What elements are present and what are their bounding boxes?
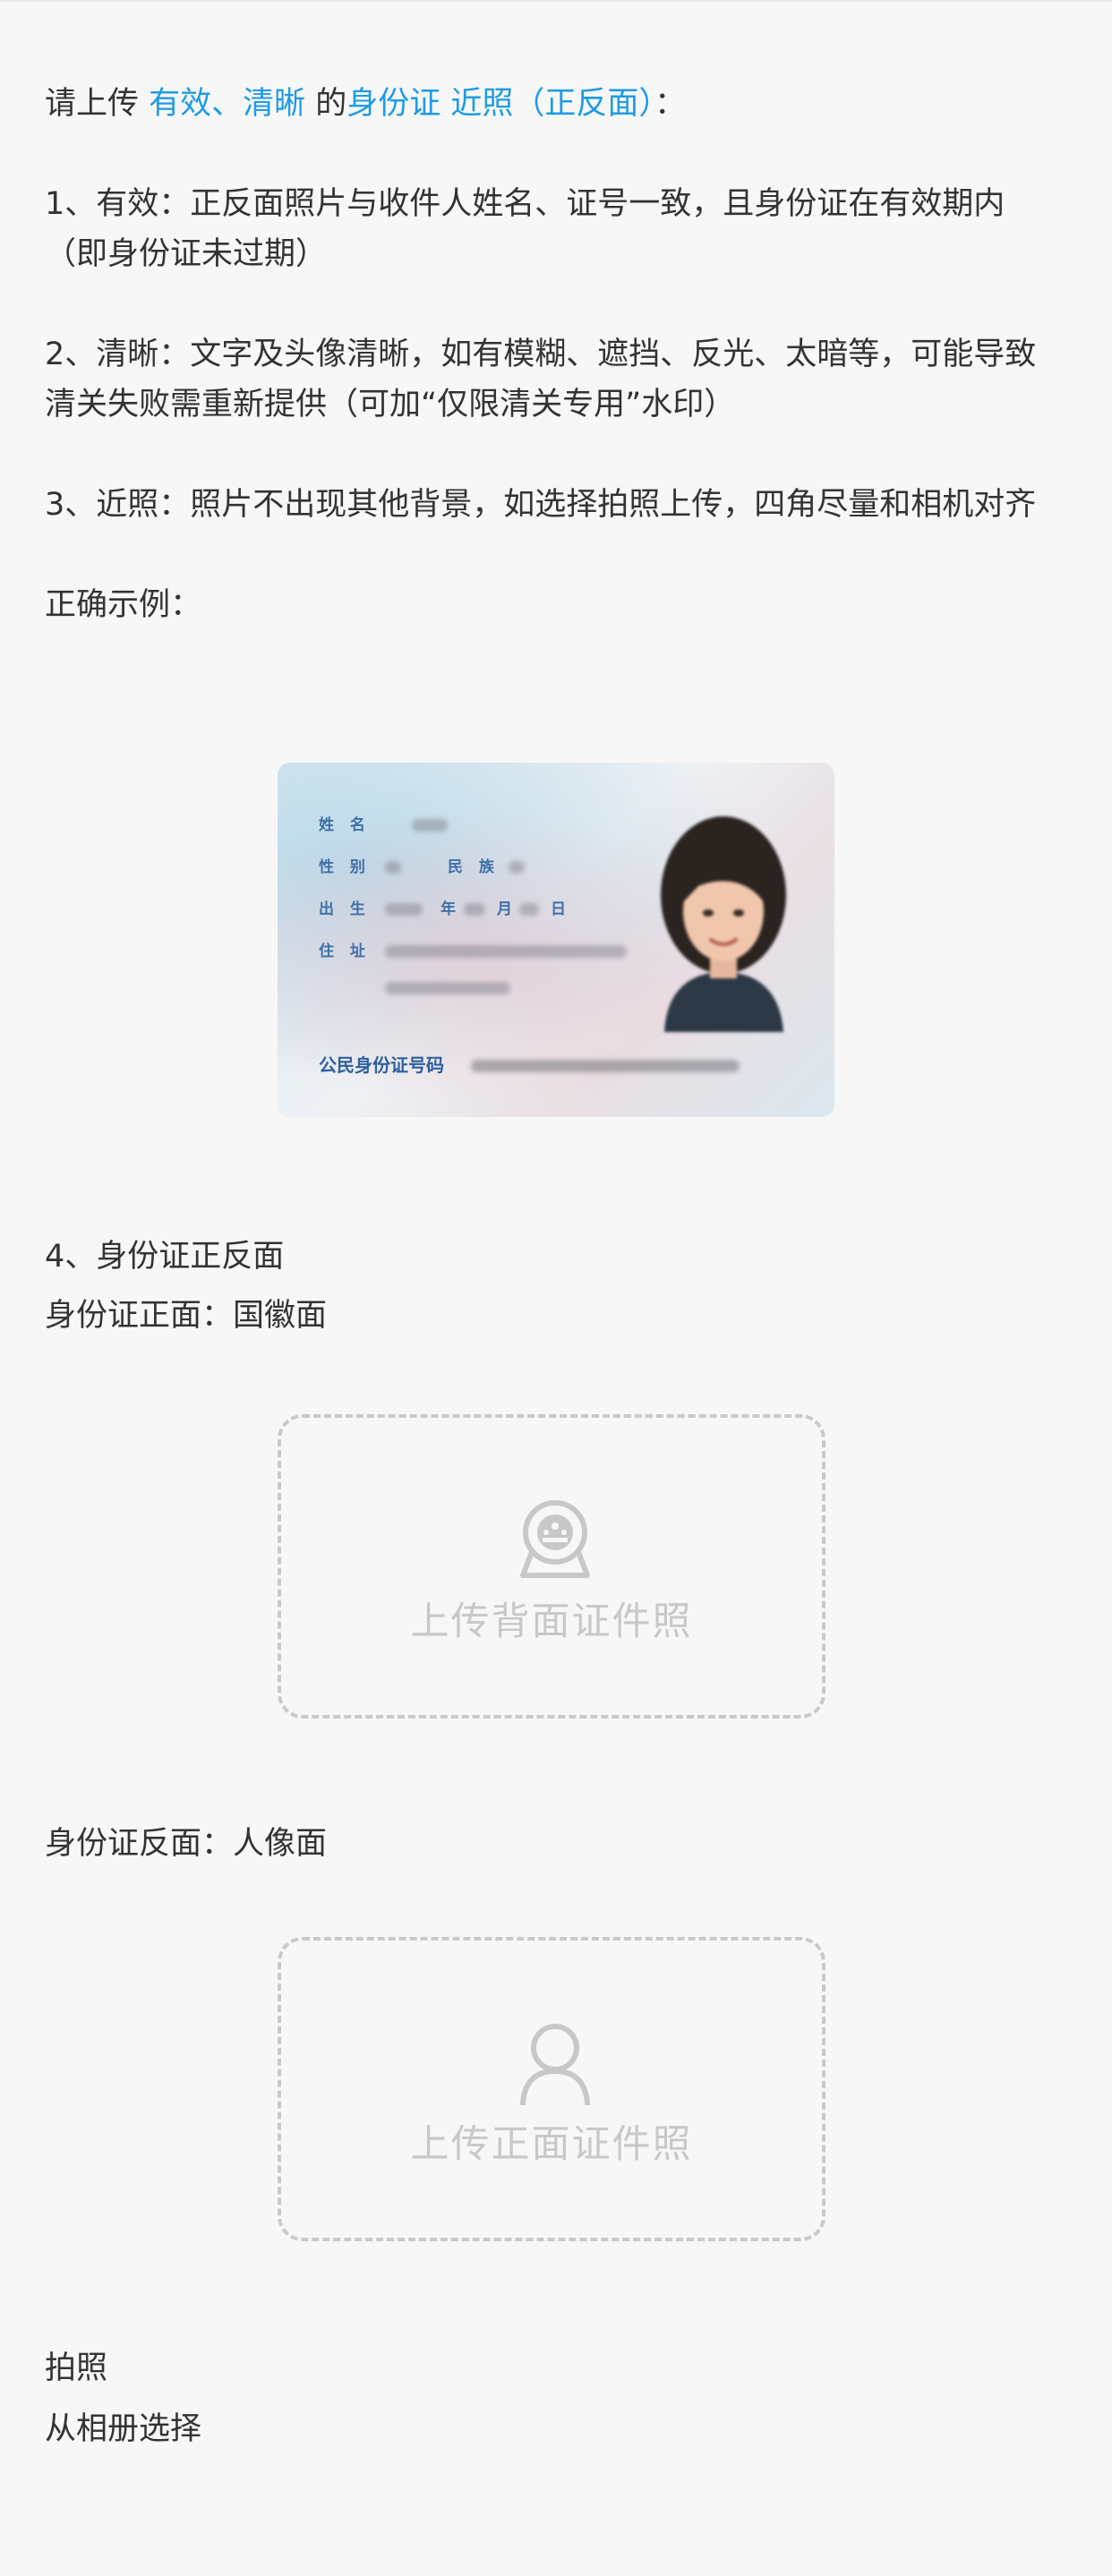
intro-prefix: 请上传 <box>45 86 150 122</box>
blurred-value <box>412 819 448 832</box>
intro-highlight-valid-clear: 有效、清晰 <box>149 86 306 122</box>
blurred-id-number <box>471 1060 740 1072</box>
blurred-value <box>385 945 627 958</box>
example-label: 正确示例： <box>45 587 202 623</box>
blurred-value <box>385 861 401 874</box>
choose-from-album-option[interactable]: 从相册选择 <box>45 2404 201 2454</box>
card-field-name: 姓 名 <box>319 816 371 834</box>
card-year-unit: 年 <box>441 900 456 918</box>
rule-valid: 1、有效：正反面照片与收件人姓名、证号一致，且身份证在有效期内（即身份证未过期） <box>45 186 1005 272</box>
blurred-value <box>385 903 423 916</box>
intro-middle: 的 <box>305 86 347 122</box>
emblem-badge-icon <box>520 1500 590 1578</box>
card-id-number-label: 公民身份证号码 <box>319 1054 444 1076</box>
blurred-value <box>519 903 539 916</box>
card-field-ethnicity: 民 族 <box>448 858 500 876</box>
rule-recent: 3、近照：照片不出现其他背景，如选择拍照上传，四角尽量和相机对齐 <box>45 487 1037 523</box>
card-field-address: 住 址 <box>319 943 371 960</box>
section-id-both-sides: 4、身份证正反面 <box>45 1239 285 1275</box>
intro-highlight-id-photo: 身份证 近照（正反面） <box>346 86 654 122</box>
card-day-unit: 日 <box>551 900 566 918</box>
front-side-label: 身份证正面：国徽面 <box>45 1298 328 1334</box>
rule-clear: 2、清晰：文字及头像清晰，如有模糊、遮挡、反光、太暗等，可能导致清关失败需重新提… <box>45 337 1037 422</box>
intro-text: 请上传 有效、清晰 的身份证 近照（正反面）： <box>45 79 1067 129</box>
portrait-photo <box>661 816 786 1032</box>
card-field-birth: 出 生 <box>319 900 371 918</box>
intro-suffix: ： <box>654 86 686 122</box>
sample-id-card-image: 姓 名 性 别 民 族 出 生 年 月 日 住 址 公民身份证号码 <box>278 763 834 1117</box>
person-icon <box>520 2024 590 2105</box>
upload-back-photo-button[interactable]: 上传背面证件照 <box>278 1414 825 1719</box>
card-field-gender: 性 别 <box>319 858 371 876</box>
upload-back-label: 上传背面证件照 <box>410 1599 693 1644</box>
take-photo-option[interactable]: 拍照 <box>45 2343 107 2393</box>
back-side-label: 身份证反面：人像面 <box>45 1826 328 1862</box>
upload-front-photo-button[interactable]: 上传正面证件照 <box>278 1937 825 2241</box>
blurred-value <box>385 982 510 994</box>
top-divider <box>0 0 1112 2</box>
upload-front-label: 上传正面证件照 <box>410 2122 693 2167</box>
blurred-value <box>464 903 485 916</box>
blurred-value <box>509 861 525 874</box>
card-month-unit: 月 <box>497 900 512 918</box>
instructions: 请上传 有效、清晰 的身份证 近照（正反面）： 1、有效：正反面照片与收件人姓名… <box>45 79 1067 630</box>
